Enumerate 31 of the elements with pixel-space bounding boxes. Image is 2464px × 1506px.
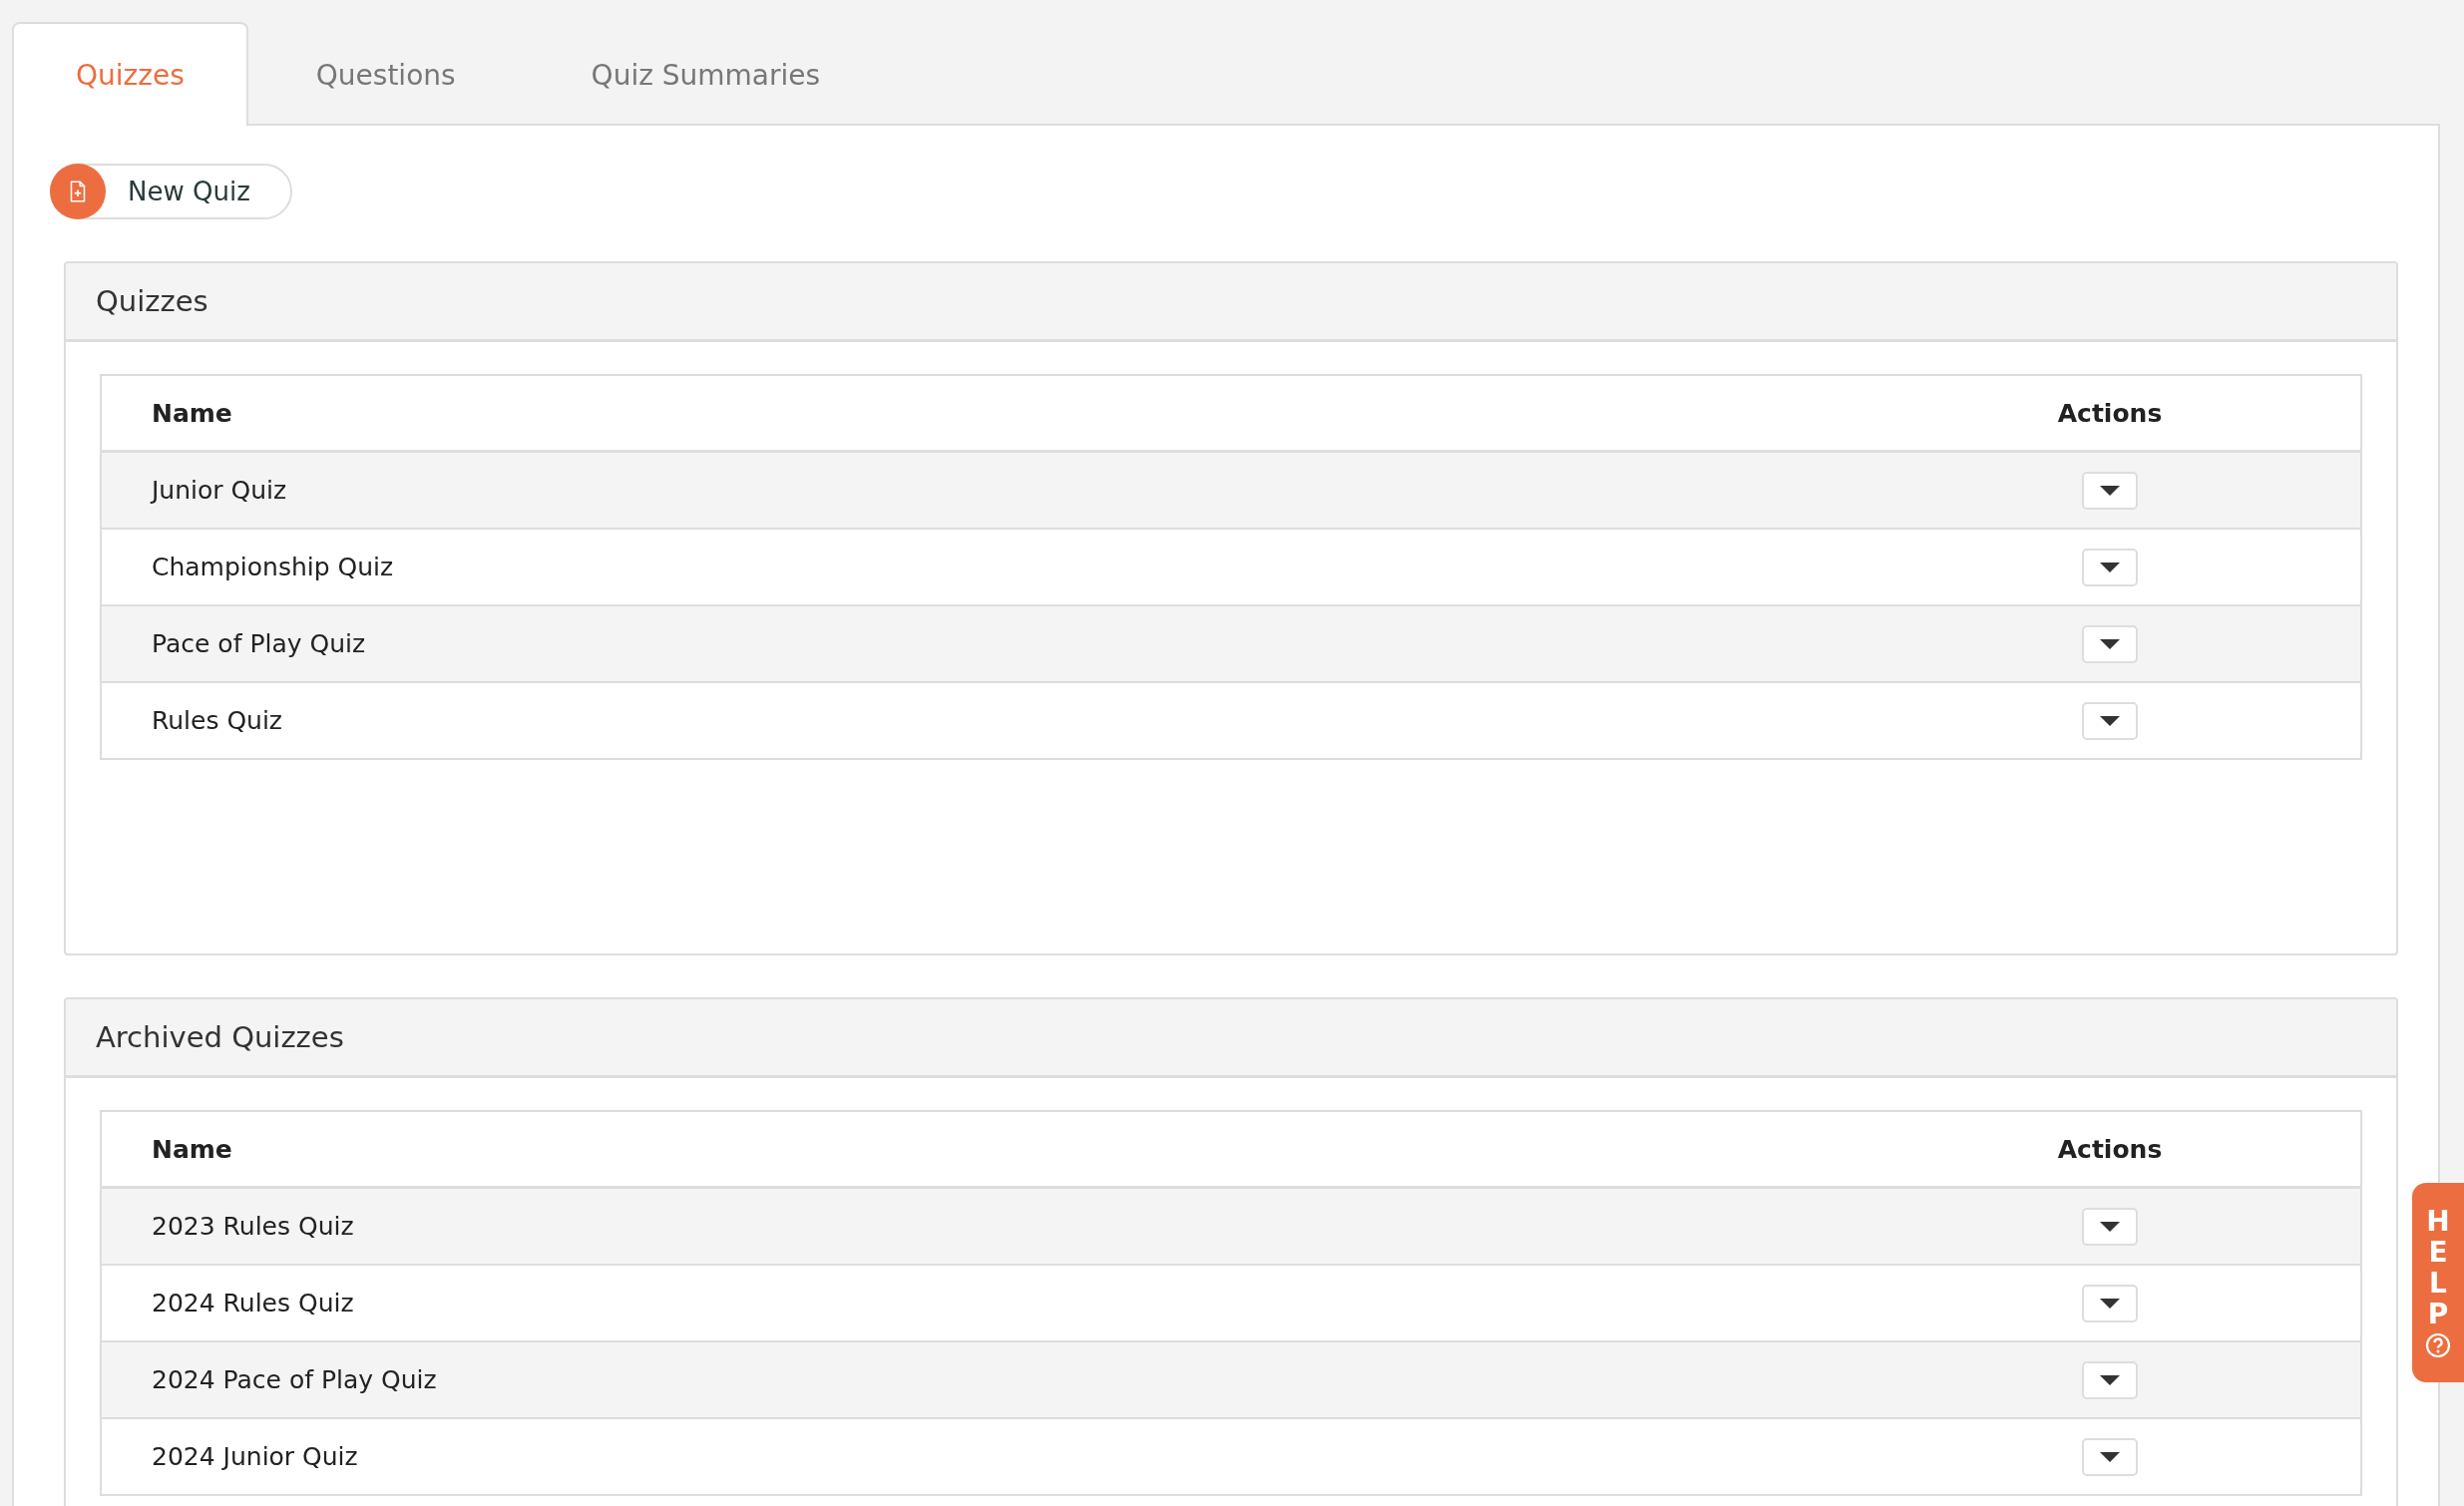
table-cell: 2024 Pace of Play Quiz — [101, 1341, 1859, 1418]
actions-dropdown-button[interactable] — [2082, 1207, 2138, 1246]
caret-down-icon — [2099, 1220, 2121, 1233]
panel-title: Quizzes — [66, 263, 2396, 342]
new-document-icon — [50, 164, 106, 219]
table-cell: Pace of Play Quiz — [101, 605, 1859, 682]
actions-dropdown-button[interactable] — [2082, 471, 2138, 510]
actions-dropdown-button[interactable] — [2082, 1360, 2138, 1399]
question-circle-icon — [2425, 1331, 2451, 1358]
actions-dropdown-button[interactable] — [2082, 624, 2138, 663]
caret-down-icon — [2099, 714, 2121, 727]
caret-down-icon — [2099, 637, 2121, 650]
caret-down-icon — [2099, 1373, 2121, 1386]
tab[interactable]: Quiz Summaries — [523, 22, 889, 126]
new-quiz-button[interactable]: New Quiz — [50, 164, 292, 219]
table-cell: 2024 Junior Quiz — [101, 1418, 1859, 1495]
tab[interactable]: Quizzes — [12, 22, 248, 126]
table-cell: Rules Quiz — [101, 682, 1859, 759]
caret-down-icon — [2099, 1297, 2121, 1310]
table-cell: Junior Quiz — [101, 451, 1859, 529]
panel-title: Archived Quizzes — [66, 999, 2396, 1078]
caret-down-icon — [2099, 1450, 2121, 1463]
actions-dropdown-button[interactable] — [2082, 701, 2138, 740]
actions-dropdown-button[interactable] — [2082, 1437, 2138, 1476]
help-tab[interactable]: HELP — [2412, 1183, 2464, 1382]
table-cell: 2023 Rules Quiz — [101, 1187, 1859, 1265]
actions-dropdown-button[interactable] — [2082, 1284, 2138, 1322]
actions-dropdown-button[interactable] — [2082, 548, 2138, 586]
caret-down-icon — [2099, 484, 2121, 497]
tab[interactable]: Questions — [247, 22, 524, 126]
caret-down-icon — [2099, 561, 2121, 573]
